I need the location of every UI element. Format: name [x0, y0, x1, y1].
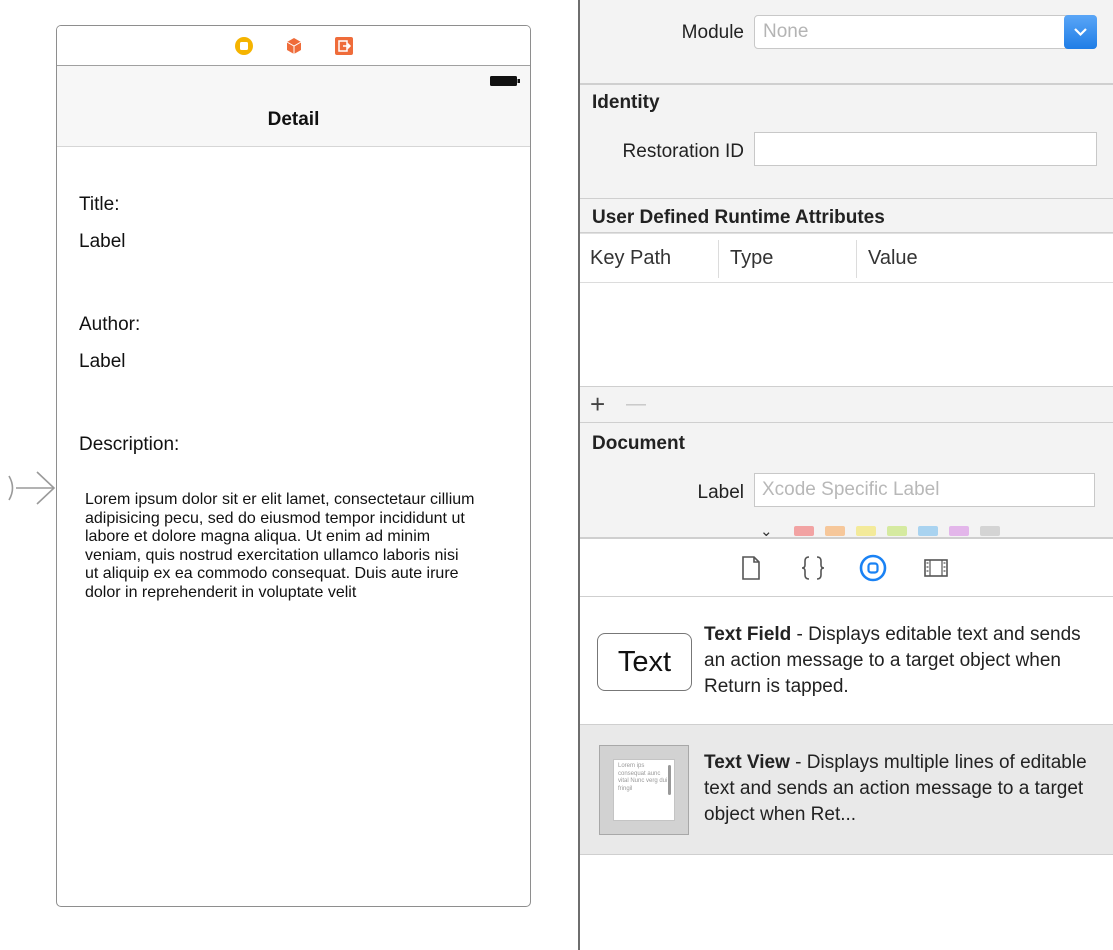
color-swatch-red[interactable] [793, 526, 814, 536]
color-swatch-gray[interactable] [979, 526, 1000, 536]
text-view-thumbnail: Lorem ips consequat aunc vital Nunc verg… [599, 745, 689, 835]
author-value-label[interactable]: Label [79, 351, 126, 373]
library-tab-bar [580, 538, 1113, 597]
nav-title: Detail [267, 109, 320, 130]
view-controller-icon[interactable] [234, 36, 254, 56]
navigation-bar: Detail [57, 66, 530, 147]
restoration-id-field[interactable] [754, 132, 1097, 166]
text-view-thumbnail-inner: Lorem ips consequat aunc vital Nunc verg… [613, 759, 675, 821]
runtime-attributes-title: User Defined Runtime Attributes [592, 207, 885, 228]
identity-section: Identity Restoration ID [580, 84, 1113, 199]
exit-icon[interactable] [334, 36, 354, 56]
color-swatch-purple[interactable] [948, 526, 969, 536]
column-value[interactable]: Value [868, 247, 918, 270]
doc-label-field[interactable]: Xcode Specific Label [754, 473, 1095, 507]
inspector-panel: Module None Identity Restoration ID User… [578, 0, 1113, 950]
first-responder-icon[interactable] [284, 36, 304, 56]
author-caption-label[interactable]: Author: [79, 314, 140, 336]
title-caption-label[interactable]: Title: [79, 194, 119, 216]
chevron-down-icon [1074, 28, 1087, 37]
code-snippet-library-icon[interactable] [798, 553, 828, 583]
library-item-text-view[interactable]: Lorem ips consequat aunc vital Nunc verg… [580, 725, 1113, 855]
module-value: None [763, 21, 809, 42]
column-divider [856, 240, 857, 278]
object-library-icon[interactable] [858, 553, 888, 583]
attributes-add-remove-bar: + — [580, 387, 1113, 423]
color-swatch-green[interactable] [886, 526, 907, 536]
description-text-view[interactable]: Lorem ipsum dolor sit er elit lamet, con… [85, 491, 475, 602]
column-type[interactable]: Type [730, 247, 773, 270]
column-key-path[interactable]: Key Path [590, 247, 671, 270]
doc-label-label: Label [697, 482, 745, 503]
module-select[interactable]: None [754, 15, 1097, 49]
column-divider [718, 240, 719, 278]
module-dropdown-button[interactable] [1064, 15, 1097, 49]
initial-view-controller-arrow-icon [8, 471, 56, 505]
detail-scene[interactable]: Detail Title: Label Author: Label Descri… [56, 25, 531, 907]
color-swatch-blue[interactable] [917, 526, 938, 536]
scroll-indicator [668, 765, 671, 795]
text-field-thumbnail: Text [597, 633, 692, 691]
library-item-text-field[interactable]: Text Text Field - Displays editable text… [580, 597, 1113, 725]
runtime-attributes-section: User Defined Runtime Attributes [580, 199, 1113, 233]
document-title: Document [592, 433, 685, 454]
add-attribute-button[interactable]: + [590, 389, 605, 420]
restoration-id-label: Restoration ID [622, 141, 744, 162]
module-label: Module [681, 22, 744, 43]
description-caption-label[interactable]: Description: [79, 434, 179, 456]
text-view-thumbnail-text: Lorem ips consequat aunc vital Nunc verg… [618, 763, 668, 792]
color-swatch-yellow[interactable] [855, 526, 876, 536]
title-value-label[interactable]: Label [79, 231, 126, 253]
attributes-table-header: Key Path Type Value [580, 233, 1113, 283]
text-field-name: Text Field [704, 624, 792, 645]
text-view-description: Text View - Displays multiple lines of e… [704, 750, 1104, 828]
media-library-icon[interactable] [921, 553, 951, 583]
document-section: Document Label Xcode Specific Label [580, 423, 1113, 538]
text-view-name: Text View [704, 752, 790, 773]
custom-class-section: Module None [580, 0, 1113, 84]
battery-icon [490, 76, 520, 86]
attributes-table-body[interactable] [580, 283, 1113, 387]
scene-dock [57, 26, 530, 66]
file-template-library-icon[interactable] [736, 553, 766, 583]
remove-attribute-button[interactable]: — [626, 393, 646, 416]
color-swatch-orange[interactable] [824, 526, 845, 536]
text-field-description: Text Field - Displays editable text and … [704, 622, 1104, 700]
identity-title: Identity [592, 92, 660, 113]
